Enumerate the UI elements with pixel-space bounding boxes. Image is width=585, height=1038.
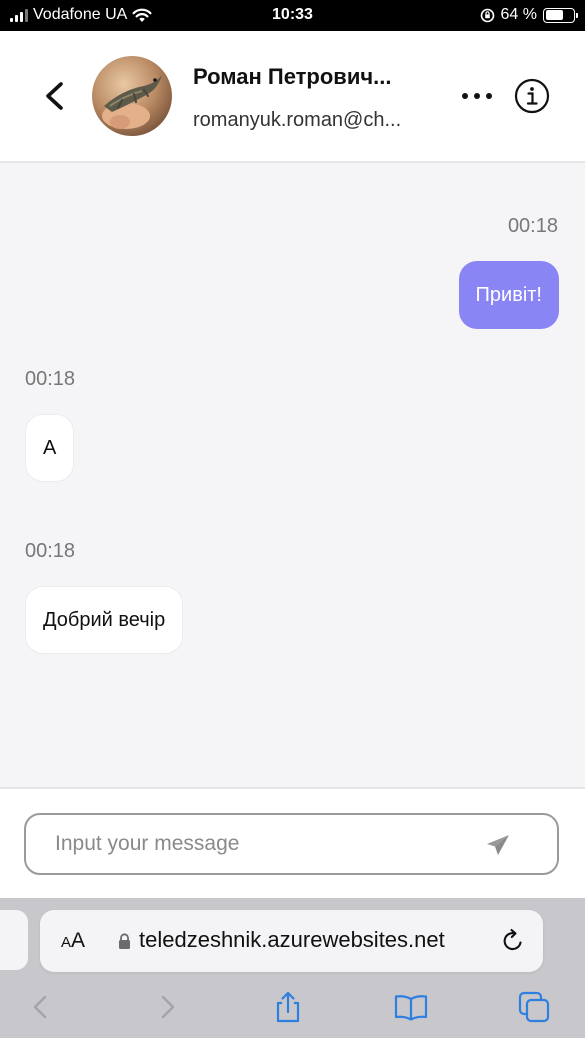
more-options-icon[interactable] — [460, 83, 494, 109]
reload-icon[interactable] — [500, 928, 526, 954]
lizard-photo-icon — [92, 56, 172, 136]
message-timestamp: 00:18 — [25, 368, 76, 390]
contact-name: Роман Петрович... — [193, 64, 392, 89]
chat-header: Роман Петрович... romanyuk.roman@ch... — [0, 31, 585, 163]
contact-avatar[interactable] — [92, 56, 172, 136]
signal-icon — [10, 8, 28, 22]
message-text: А — [43, 436, 57, 459]
status-bar: Vodafone UA 10:33 64 % — [0, 0, 585, 31]
back-chevron-icon[interactable] — [40, 76, 70, 116]
tabs-icon[interactable] — [517, 990, 551, 1024]
text-size-small-label: A — [61, 934, 72, 951]
lock-icon — [119, 933, 130, 949]
message-list[interactable]: 00:18 Привіт! 00:18 А 00:18 Добрий вечір — [0, 163, 585, 787]
message-composer — [0, 787, 585, 898]
share-icon[interactable] — [271, 990, 305, 1024]
text-size-large-label: A — [71, 929, 86, 952]
carrier-label: Vodafone UA — [33, 6, 128, 23]
outgoing-message-bubble[interactable]: Привіт! — [458, 261, 559, 329]
message-text: Добрий вечір — [43, 608, 166, 631]
message-text: Привіт! — [475, 283, 542, 306]
bookmarks-icon[interactable] — [394, 990, 428, 1024]
browser-forward-icon[interactable] — [150, 990, 184, 1024]
info-icon[interactable] — [514, 78, 550, 114]
message-input-box[interactable] — [24, 813, 559, 875]
send-icon[interactable] — [485, 833, 511, 857]
previous-tab-preview[interactable] — [0, 910, 28, 970]
message-input[interactable] — [26, 815, 486, 873]
url-text[interactable]: teledzeshnik.azurewebsites.net — [139, 927, 445, 953]
wifi-icon — [132, 8, 152, 22]
carrier-group: Vodafone UA — [10, 6, 152, 24]
battery-icon — [543, 7, 578, 23]
browser-back-icon[interactable] — [24, 990, 58, 1024]
incoming-message-bubble[interactable]: А — [25, 414, 75, 482]
address-bar[interactable]: AA teledzeshnik.azurewebsites.net — [40, 910, 543, 972]
incoming-message-bubble[interactable]: Добрий вечір — [25, 586, 184, 654]
message-timestamp: 00:18 — [25, 540, 76, 562]
orientation-lock-icon — [480, 8, 494, 22]
text-size-button[interactable]: AA — [61, 929, 85, 953]
contact-email: romanyuk.roman@ch... — [193, 109, 402, 131]
battery-percent: 64 % — [500, 6, 537, 23]
browser-toolbar: AA teledzeshnik.azurewebsites.net — [0, 898, 585, 1038]
battery-group: 64 % — [480, 6, 578, 24]
message-timestamp: 00:18 — [507, 215, 558, 237]
